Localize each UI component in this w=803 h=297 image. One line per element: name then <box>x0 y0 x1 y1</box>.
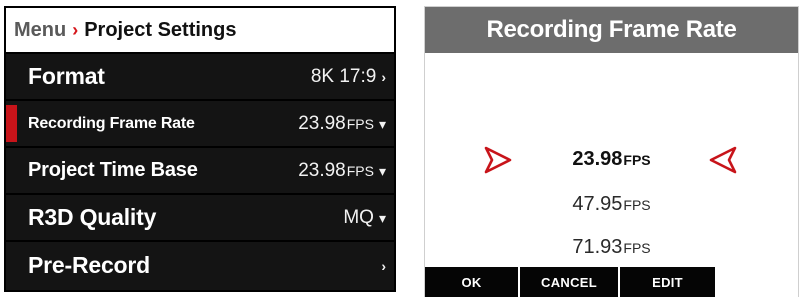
chevron-right-icon: › <box>381 68 386 85</box>
value-text: 8K 17:9 <box>310 65 377 87</box>
chevron-right-icon: › <box>381 257 386 274</box>
breadcrumb-root[interactable]: Menu <box>14 19 66 42</box>
chevron-down-icon: ▾ <box>378 209 386 226</box>
menu-row-recording-frame-rate[interactable]: Recording Frame Rate 23.98 FPS ▾ <box>6 101 394 148</box>
row-label: Project Time Base <box>28 159 198 181</box>
softkey-bar: OK CANCEL EDIT <box>425 267 715 297</box>
row-label: Recording Frame Rate <box>28 114 195 132</box>
row-value: 23.98 FPS ▾ <box>298 160 386 182</box>
option-47-95[interactable]: 47.95FPS <box>425 193 798 216</box>
edit-button[interactable]: EDIT <box>620 267 715 297</box>
project-settings-menu: Menu › Project Settings Format 8K 17:9 ›… <box>4 6 396 292</box>
menu-row-project-time-base[interactable]: Project Time Base 23.98 FPS ▾ <box>6 148 394 195</box>
chevron-down-icon: ▾ <box>378 115 386 132</box>
row-value: 23.98 FPS ▾ <box>298 113 386 135</box>
breadcrumb-separator-icon: › <box>72 19 79 40</box>
menu-row-pre-record[interactable]: Pre-Record › <box>6 242 394 289</box>
row-value: › <box>376 258 386 274</box>
value-unit: FPS <box>346 115 374 132</box>
chevron-down-icon: ▾ <box>378 162 386 179</box>
option-unit: FPS <box>623 152 651 168</box>
selection-marker <box>6 105 17 142</box>
frame-rate-picker: Recording Frame Rate 23.98FPS 47.95FPS 7… <box>424 6 799 297</box>
breadcrumb: Menu › Project Settings <box>6 8 394 54</box>
option-unit: FPS <box>623 197 651 213</box>
menu-row-r3d-quality[interactable]: R3D Quality MQ ▾ <box>6 195 394 242</box>
menu-row-format[interactable]: Format 8K 17:9 › <box>6 54 394 101</box>
option-71-93[interactable]: 71.93FPS <box>425 236 798 259</box>
row-label: R3D Quality <box>28 204 157 230</box>
row-label: Pre-Record <box>28 252 150 278</box>
value-text: MQ <box>343 206 374 228</box>
value-text: 23.98 <box>298 112 346 134</box>
picker-title: Recording Frame Rate <box>425 7 798 53</box>
row-value: 8K 17:9 › <box>311 66 386 88</box>
option-value: 71.93 <box>572 236 623 258</box>
ok-button[interactable]: OK <box>425 267 518 297</box>
value-text: 23.98 <box>298 159 346 181</box>
value-unit: FPS <box>346 162 374 179</box>
option-unit: FPS <box>623 240 651 256</box>
option-value: 47.95 <box>572 193 623 215</box>
option-value: 23.98 <box>572 148 623 170</box>
breadcrumb-current: Project Settings <box>84 18 237 41</box>
row-label: Format <box>28 63 105 89</box>
cancel-button[interactable]: CANCEL <box>520 267 618 297</box>
row-value: MQ ▾ <box>343 207 386 229</box>
option-23-98[interactable]: 23.98FPS <box>425 148 798 171</box>
